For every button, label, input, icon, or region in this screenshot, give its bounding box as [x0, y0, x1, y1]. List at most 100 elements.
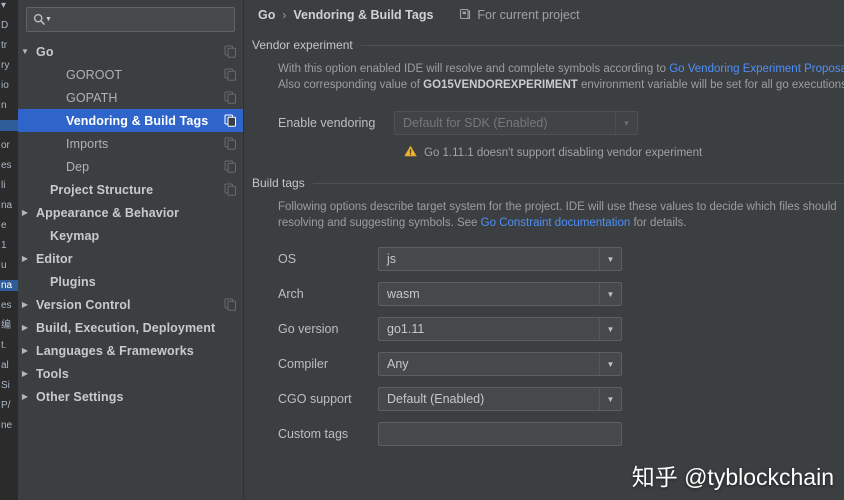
- background-spacer: [0, 131, 18, 140]
- go-vendoring-proposal-link[interactable]: Go Vendoring Experiment Proposa: [669, 63, 844, 75]
- warning-triangle-icon: [404, 144, 417, 162]
- watermark: 知乎 @tyblockchain: [631, 464, 834, 490]
- background-spacer: [0, 111, 18, 120]
- chevron-right-icon[interactable]: ▶: [18, 323, 32, 332]
- go-constraint-documentation-link[interactable]: Go Constraint documentation: [481, 217, 631, 229]
- sidebar-item-appearance-behavior[interactable]: ▶ Appearance & Behavior: [18, 201, 243, 224]
- field-row-compiler: Compiler Any ▼: [278, 350, 844, 378]
- background-text-fragment: Si: [1, 380, 10, 391]
- background-text-fragment: tr: [1, 40, 8, 51]
- arch-combobox[interactable]: wasm ▼: [378, 282, 622, 306]
- enable-vendoring-combobox[interactable]: Default for SDK (Enabled) ▼: [394, 111, 638, 135]
- chevron-right-icon[interactable]: ▶: [18, 392, 32, 401]
- field-value: go1.11: [387, 322, 425, 336]
- background-text-fragment: li: [1, 180, 6, 191]
- vendor-env-var-name: GO15VENDOREXPERIMENT: [423, 79, 578, 91]
- enable-vendoring-label: Enable vendoring: [278, 116, 376, 130]
- project-scope-icon: [459, 8, 471, 23]
- sidebar-item-label: Plugins: [50, 274, 96, 289]
- sidebar-item-label: Imports: [66, 136, 109, 151]
- field-row-os: OS js ▼: [278, 245, 844, 273]
- copy-to-projects-icon[interactable]: [223, 160, 237, 174]
- sidebar-item-other-settings[interactable]: ▶ Other Settings: [18, 385, 243, 408]
- build-tags-section-title: Build tags: [252, 176, 305, 190]
- vendor-desc-text-2a: Also corresponding value of: [278, 79, 424, 91]
- field-label: Arch: [278, 287, 304, 301]
- copy-to-projects-icon[interactable]: [223, 45, 237, 59]
- background-spacer: [0, 331, 18, 340]
- sidebar-item-label: GOROOT: [66, 67, 123, 82]
- chevron-down-icon[interactable]: ▼: [599, 388, 621, 410]
- copy-to-projects-icon[interactable]: [223, 68, 237, 82]
- copy-to-projects-icon[interactable]: [223, 91, 237, 105]
- sidebar-item-version-control[interactable]: ▶ Version Control: [18, 293, 243, 316]
- background-text-fragment: ▾: [1, 0, 7, 11]
- sidebar-item-goroot[interactable]: GOROOT: [18, 63, 243, 86]
- sidebar-item-languages-frameworks[interactable]: ▶ Languages & Frameworks: [18, 339, 243, 362]
- background-spacer: [0, 191, 18, 200]
- sidebar-item-plugins[interactable]: Plugins: [18, 270, 243, 293]
- background-spacer: [0, 391, 18, 400]
- chevron-down-icon[interactable]: ▼: [599, 248, 621, 270]
- chevron-down-icon[interactable]: ▼: [18, 47, 32, 56]
- sidebar-item-tools[interactable]: ▶ Tools: [18, 362, 243, 385]
- background-spacer: [0, 231, 18, 240]
- os-combobox[interactable]: js ▼: [378, 247, 622, 271]
- background-text-fragment: e: [1, 220, 7, 231]
- background-text-fragment: es: [1, 300, 12, 311]
- go-version-combobox[interactable]: go1.11 ▼: [378, 317, 622, 341]
- sidebar-item-vendoring-build-tags[interactable]: Vendoring & Build Tags: [18, 109, 243, 132]
- field-label: Go version: [278, 322, 339, 336]
- search-box[interactable]: ▼: [26, 7, 235, 32]
- sidebar-item-label: Other Settings: [36, 389, 124, 404]
- background-text-fragment: D: [1, 20, 9, 31]
- breadcrumb-separator-icon: ›: [282, 8, 287, 22]
- breadcrumb-root[interactable]: Go: [258, 8, 275, 22]
- background-spacer: [0, 351, 18, 360]
- vendor-desc-text-1: With this option enabled IDE will resolv…: [278, 63, 670, 75]
- search-input[interactable]: [51, 12, 228, 27]
- sidebar-item-build-execution-deployment[interactable]: ▶ Build, Execution, Deployment: [18, 316, 243, 339]
- background-text-fragment: ne: [1, 420, 13, 431]
- background-text-fragment: or: [1, 140, 10, 151]
- build-tags-form: OS js ▼ Arch wasm ▼ Go version go1.11 ▼ Compiler A…: [252, 245, 844, 448]
- custom-tags-input[interactable]: [378, 422, 622, 446]
- sidebar-item-gopath[interactable]: GOPATH: [18, 86, 243, 109]
- background-spacer: [0, 51, 18, 60]
- chevron-down-icon[interactable]: ▼: [615, 112, 637, 134]
- chevron-down-icon[interactable]: ▼: [599, 353, 621, 375]
- sidebar-item-dep[interactable]: Dep: [18, 155, 243, 178]
- sidebar-item-editor[interactable]: ▶ Editor: [18, 247, 243, 270]
- copy-to-projects-icon[interactable]: [223, 114, 237, 128]
- build-tags-section: Build tags Following options describe ta…: [244, 176, 844, 448]
- project-scope-label: For current project: [477, 8, 580, 22]
- search-dropdown-chevron-icon[interactable]: ▼: [45, 16, 52, 23]
- background-text-fragment: al: [1, 360, 9, 371]
- chevron-right-icon[interactable]: ▶: [18, 254, 32, 263]
- field-row-go-version: Go version go1.11 ▼: [278, 315, 844, 343]
- chevron-right-icon[interactable]: ▶: [18, 300, 32, 309]
- sidebar-item-project-structure[interactable]: Project Structure: [18, 178, 243, 201]
- sidebar-item-keymap[interactable]: Keymap: [18, 224, 243, 247]
- chevron-right-icon[interactable]: ▶: [18, 346, 32, 355]
- copy-to-projects-icon[interactable]: [223, 183, 237, 197]
- sidebar-item-imports[interactable]: Imports: [18, 132, 243, 155]
- sidebar-item-label: Languages & Frameworks: [36, 343, 194, 358]
- field-value: Default (Enabled): [387, 392, 485, 406]
- cgo-support-combobox[interactable]: Default (Enabled) ▼: [378, 387, 622, 411]
- copy-to-projects-icon[interactable]: [223, 298, 237, 312]
- copy-to-projects-icon[interactable]: [223, 137, 237, 151]
- chevron-down-icon[interactable]: ▼: [599, 318, 621, 340]
- background-text-fragment: io: [1, 80, 9, 91]
- sidebar-item-go[interactable]: ▼ Go: [18, 40, 243, 63]
- field-value: wasm: [387, 287, 420, 301]
- settings-sidebar: ▼ ▼ Go GOROOT GOPATH Vendoring & Build Tags I…: [18, 0, 244, 500]
- chevron-right-icon[interactable]: ▶: [18, 369, 32, 378]
- search-container: ▼: [18, 0, 243, 38]
- chevron-right-icon[interactable]: ▶: [18, 208, 32, 217]
- settings-main-panel: Go › Vendoring & Build Tags For current …: [244, 0, 844, 500]
- compiler-combobox[interactable]: Any ▼: [378, 352, 622, 376]
- chevron-down-icon[interactable]: ▼: [599, 283, 621, 305]
- breadcrumb: Go › Vendoring & Build Tags For current …: [244, 0, 844, 30]
- background-spacer: [0, 311, 18, 320]
